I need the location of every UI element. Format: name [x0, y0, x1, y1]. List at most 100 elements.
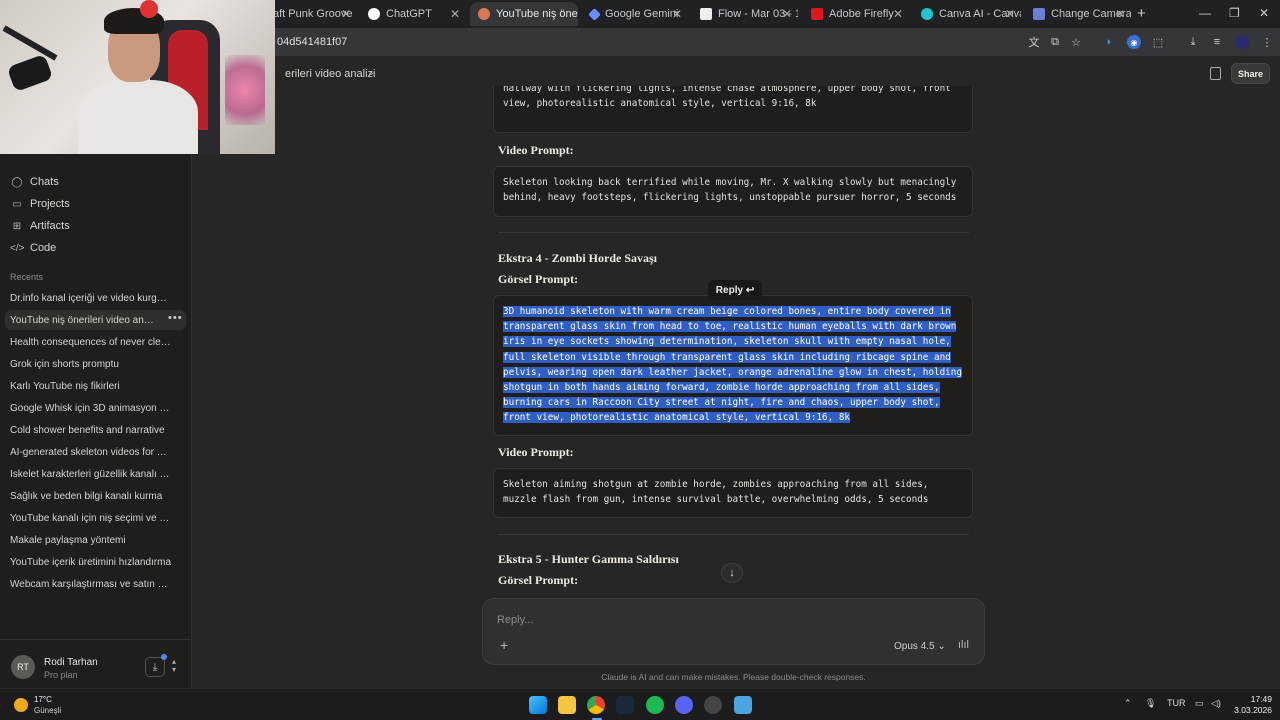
- chrome-icon[interactable]: [587, 696, 605, 714]
- tab-change-camera[interactable]: Change Camera ✕: [1025, 2, 1131, 26]
- reply-label: Reply: [715, 284, 744, 296]
- selected-code-text[interactable]: 3D humanoid skeleton with warm cream bei…: [503, 306, 962, 424]
- composer[interactable]: Reply... + Opus 4.5 ⌄ ılıl: [482, 598, 985, 665]
- screenshot-icon[interactable]: ⧉: [1048, 35, 1062, 49]
- code-text: hallway with flickering lights, intense …: [503, 86, 951, 110]
- document-icon[interactable]: [1210, 67, 1221, 80]
- bookmark-star-icon[interactable]: ☆: [1069, 35, 1083, 49]
- download-icon[interactable]: ⤓: [1186, 35, 1200, 49]
- voice-mode-icon[interactable]: ılıl: [958, 639, 969, 651]
- recent-chat[interactable]: Cold shower benefits and narrative: [10, 425, 172, 436]
- reply-to-selection-button[interactable]: Reply ↩: [708, 280, 762, 300]
- code-block: hallway with flickering lights, intense …: [493, 86, 973, 133]
- recent-chat[interactable]: Grok için shorts promptu: [10, 359, 172, 370]
- sidebar-item-projects[interactable]: ▭ Projects: [10, 198, 70, 210]
- close-tab-icon[interactable]: ✕: [672, 7, 682, 21]
- recent-chat[interactable]: Sağlık ve beden bilgi kanalı kurma: [10, 491, 172, 502]
- sidebar-item-artifacts[interactable]: ⊞ Artifacts: [10, 220, 70, 232]
- share-button[interactable]: Share: [1231, 63, 1270, 84]
- sidebar-item-label: Artifacts: [30, 220, 70, 232]
- tray-chevron-icon[interactable]: ⌃: [1124, 698, 1132, 709]
- webcam-microphone: [6, 53, 54, 93]
- reply-arrow-icon: ↩: [745, 284, 755, 296]
- tab-youtube-nis[interactable]: YouTube niş öneri: [470, 2, 578, 26]
- tab-chatgpt[interactable]: ChatGPT ✕: [360, 2, 466, 26]
- tab-gemini[interactable]: Google Gemini ✕: [582, 2, 688, 26]
- extension-icon[interactable]: ◗: [1102, 35, 1116, 49]
- code-block-selected: 3D humanoid skeleton with warm cream bei…: [493, 295, 973, 436]
- code-text: Skeleton looking back terrified while mo…: [503, 177, 957, 204]
- recent-chat[interactable]: Health consequences of never cleaning: [10, 337, 172, 348]
- scroll-down-button[interactable]: ↓: [721, 563, 743, 583]
- recent-chat[interactable]: Google Whisk için 3D animasyon prompt: [10, 403, 172, 414]
- recent-chat[interactable]: AI-generated skeleton videos for YouTube: [10, 447, 172, 458]
- notepad-icon[interactable]: [734, 696, 752, 714]
- network-icon[interactable]: ▭: [1195, 698, 1204, 709]
- adobe-icon: [811, 8, 823, 20]
- menu-dots-icon[interactable]: ⋮: [1260, 35, 1274, 49]
- recent-chat[interactable]: Webcam karşılaştırması ve satın alma: [10, 579, 172, 590]
- chevron-updown-icon[interactable]: ▴ ▾: [172, 658, 176, 674]
- close-tab-icon[interactable]: ✕: [450, 7, 460, 21]
- steam-icon[interactable]: [616, 696, 634, 714]
- close-tab-icon[interactable]: ✕: [1115, 7, 1125, 21]
- recent-chat[interactable]: YouTube içerik üretimini hızlandırma: [10, 557, 172, 568]
- tab-flow[interactable]: Flow - Mar 03 - 1 ✕: [692, 2, 798, 26]
- weather-location[interactable]: Güneşli: [34, 706, 61, 715]
- chevron-down-icon[interactable]: ⌄: [367, 67, 375, 78]
- tab-daft-punk[interactable]: aft Punk Groove ✕: [265, 2, 357, 26]
- section-heading: Ekstra 4 - Zombi Horde Savaşı: [498, 251, 658, 265]
- maximize-icon[interactable]: ❐: [1229, 6, 1240, 20]
- discord-icon[interactable]: [675, 696, 693, 714]
- recent-chat-active[interactable]: YouTube niş önerileri video analizi: [10, 315, 158, 326]
- avatar-icon[interactable]: [1235, 35, 1249, 49]
- model-selector[interactable]: Opus 4.5 ⌄: [894, 641, 946, 652]
- more-options-icon[interactable]: •••: [168, 312, 183, 324]
- minimize-icon[interactable]: —: [1199, 6, 1211, 20]
- new-tab-icon[interactable]: +: [1137, 5, 1146, 22]
- add-attachment-icon[interactable]: +: [500, 637, 508, 653]
- tab-adobe-firefly[interactable]: Adobe Firefly ✕: [803, 2, 909, 26]
- translate-icon[interactable]: 文: [1027, 35, 1041, 49]
- sidebar-item-code[interactable]: </> Code: [10, 242, 56, 254]
- recent-chat[interactable]: YouTube kanalı için niş seçimi ve planla…: [10, 513, 172, 524]
- microphone-icon[interactable]: 🎙: [1145, 698, 1156, 709]
- user-menu[interactable]: RT Rodi Tarhan Pro plan ⤓ ▴ ▾: [0, 639, 192, 688]
- close-tab-icon[interactable]: ✕: [782, 7, 792, 21]
- app-icon[interactable]: [704, 696, 722, 714]
- chat-title[interactable]: erileri video analizi: [285, 68, 376, 80]
- chat-icon: ◯: [11, 176, 23, 188]
- download-app-button[interactable]: ⤓: [145, 657, 165, 677]
- clock-date: 3.03.2026: [1234, 705, 1272, 715]
- recent-chat[interactable]: Dr.info kanal içeriği ve video kurgusu: [10, 293, 172, 304]
- webcam-logo: [140, 0, 158, 18]
- sidebar-item-label: Projects: [30, 198, 70, 210]
- recent-chat[interactable]: Iskelet karakterleri güzellik kanalı sen…: [10, 469, 172, 480]
- profile-ext-icon[interactable]: ◉: [1127, 35, 1141, 49]
- weather-sun-icon[interactable]: [14, 698, 28, 712]
- spotify-icon[interactable]: [646, 696, 664, 714]
- volume-icon[interactable]: ◁): [1211, 698, 1221, 709]
- close-window-icon[interactable]: ✕: [1259, 6, 1269, 20]
- media-icon[interactable]: ≡: [1210, 35, 1224, 49]
- recent-chat[interactable]: Karlı YouTube niş fikirleri: [10, 381, 172, 392]
- puzzle-icon[interactable]: ⬚: [1151, 35, 1165, 49]
- recent-chat[interactable]: Makale paylaşma yöntemi: [10, 535, 172, 546]
- file-explorer-icon[interactable]: [558, 696, 576, 714]
- system-clock[interactable]: 17:49 3.03.2026: [1228, 694, 1272, 716]
- code-block: Skeleton aiming shotgun at zombie horde,…: [493, 468, 973, 518]
- language-indicator[interactable]: TUR: [1167, 698, 1186, 708]
- user-plan: Pro plan: [44, 670, 78, 680]
- claude-icon: [478, 8, 490, 20]
- windows-taskbar: 17°C Güneşli ⌃ 🎙 TUR ▭ ◁) 17:49 3.03.2026: [0, 688, 1280, 720]
- weather-temp[interactable]: 17°C: [34, 695, 52, 704]
- start-icon[interactable]: [529, 696, 547, 714]
- close-tab-icon[interactable]: ✕: [893, 7, 903, 21]
- reply-input[interactable]: Reply...: [497, 614, 533, 626]
- close-tab-icon[interactable]: ✕: [341, 7, 351, 21]
- close-tab-icon[interactable]: ✕: [1005, 7, 1015, 21]
- url-text[interactable]: 04d541481f07: [277, 36, 347, 48]
- sidebar-item-chats[interactable]: ◯ Chats: [10, 176, 58, 188]
- tab-canva[interactable]: Canva AI - Canva ✕: [913, 2, 1021, 26]
- user-name: Rodi Tarhan: [44, 657, 98, 668]
